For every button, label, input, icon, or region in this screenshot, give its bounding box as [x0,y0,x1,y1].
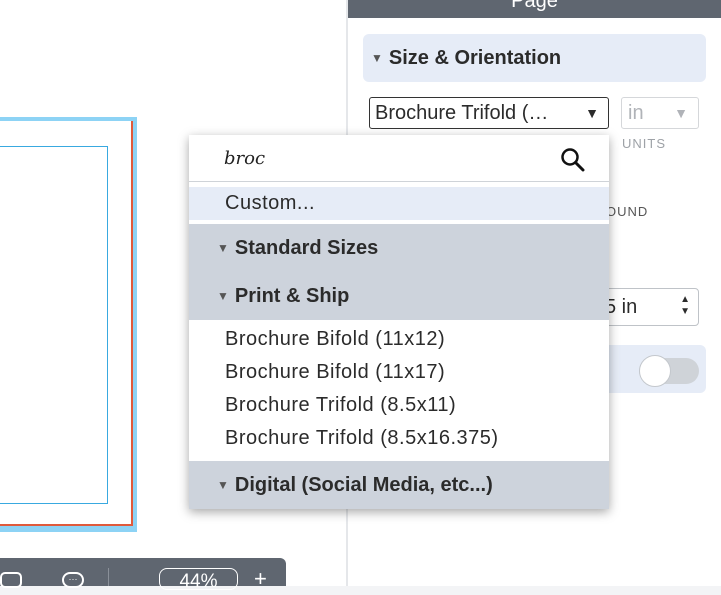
units-select[interactable]: in ▼ [621,97,699,129]
chevron-down-icon: ▼ [585,105,599,121]
size-option-item[interactable]: Brochure Trifold (8.5x16.375) [225,427,499,450]
triangle-down-icon: ▼ [217,478,229,492]
panel-header: Page [348,0,721,18]
stepper-arrows-icon[interactable]: ▲ ▼ [680,294,690,318]
size-option-item[interactable]: Brochure Bifold (11x12) [225,328,445,351]
units-label: UNITS [622,136,666,151]
group-digital[interactable]: ▼ Digital (Social Media, etc...) [189,461,609,509]
search-row [189,135,609,182]
page-size-select[interactable]: Brochure Trifold (… ▼ [369,97,609,129]
size-orientation-section-toggle[interactable]: ▼ Size & Orientation [363,34,706,82]
page-size-value: Brochure Trifold (… [375,102,549,124]
toolbar-divider [108,568,109,586]
triangle-down-icon: ▼ [217,289,229,303]
triangle-down-icon: ▼ [217,241,229,255]
search-icon[interactable] [561,147,585,173]
section-title: Size & Orientation [388,47,562,69]
chevron-down-icon: ▼ [674,105,688,121]
custom-size-option[interactable]: Custom... [189,187,609,220]
group-label: Standard Sizes [234,237,379,259]
bound-label: OUND [606,204,649,219]
search-input[interactable] [224,145,524,171]
page-size-dropdown: Custom... ▼Standard Sizes ▼Print & Ship … [189,135,609,509]
stepper-value: 5 in [605,296,638,318]
triangle-down-icon: ▼ [371,51,383,65]
bottom-toolbar [0,558,286,586]
panel-title: Page [511,0,558,12]
units-value: in [628,102,644,124]
zoom-level[interactable]: 44% [159,568,238,592]
group-print-ship[interactable]: ▼ Print & Ship [189,272,609,320]
zoom-in-button[interactable]: + [254,566,267,592]
toggle-knob[interactable] [639,355,671,387]
group-label: Print & Ship [234,285,350,307]
group-standard-sizes[interactable]: ▼ Standard Sizes [189,224,609,272]
size-option-item[interactable]: Brochure Trifold (8.5x11) [225,394,456,417]
group-label: Digital (Social Media, etc...) [234,474,493,496]
margin-guide [0,146,108,504]
size-option-item[interactable]: Brochure Bifold (11x17) [225,361,445,384]
